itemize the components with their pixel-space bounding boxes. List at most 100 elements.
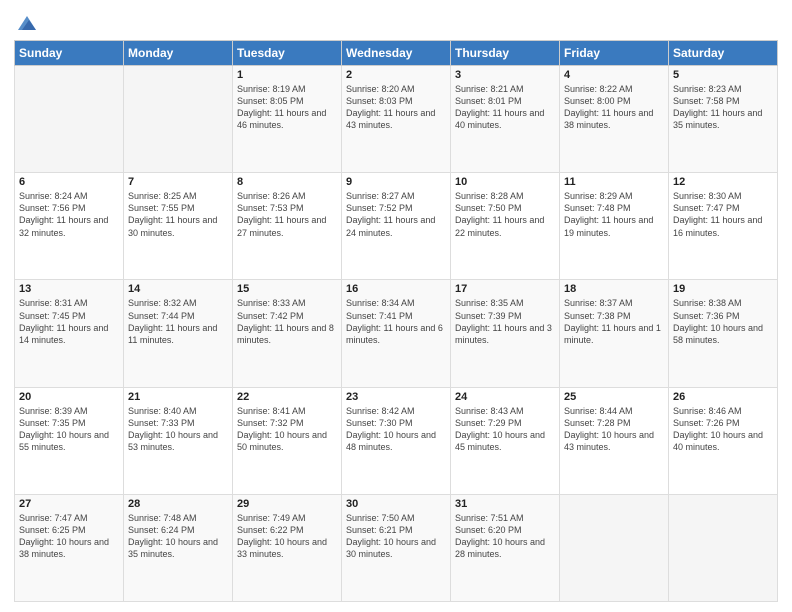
- day-cell: 8Sunrise: 8:26 AM Sunset: 7:53 PM Daylig…: [233, 173, 342, 280]
- day-info: Sunrise: 8:37 AM Sunset: 7:38 PM Dayligh…: [564, 297, 664, 346]
- day-info: Sunrise: 8:30 AM Sunset: 7:47 PM Dayligh…: [673, 190, 773, 239]
- day-cell: 24 Sunrise: 8:43 AM Sunset: 7:29 PM Dayli…: [451, 387, 560, 494]
- day-info: Sunrise: 8:35 AM Sunset: 7:39 PM Dayligh…: [455, 297, 555, 346]
- day-number: 22: [237, 391, 337, 403]
- day-cell: [15, 66, 124, 173]
- day-cell: 27Sunrise: 7:47 AM Sunset: 6:25 PM Dayli…: [15, 494, 124, 601]
- header-cell-saturday: Saturday: [669, 41, 778, 66]
- logo-text-block: [14, 14, 38, 34]
- day-cell: 18 Sunrise: 8:37 AM Sunset: 7:38 PM Dayli…: [560, 280, 669, 387]
- day-cell: 16 Sunrise: 8:34 AM Sunset: 7:41 PM Dayli…: [342, 280, 451, 387]
- header-cell-sunday: Sunday: [15, 41, 124, 66]
- calendar-table: SundayMondayTuesdayWednesdayThursdayFrid…: [14, 40, 778, 602]
- day-cell: 10 Sunrise: 8:28 AM Sunset: 7:50 PM Dayli…: [451, 173, 560, 280]
- day-info: Sunrise: 7:49 AM Sunset: 6:22 PM Dayligh…: [237, 512, 337, 561]
- day-number: 20: [19, 391, 119, 403]
- day-info: Sunrise: 8:33 AM Sunset: 7:42 PM Dayligh…: [237, 297, 337, 346]
- header-cell-tuesday: Tuesday: [233, 41, 342, 66]
- day-cell: 3 Sunrise: 8:21 AM Sunset: 8:01 PM Daylig…: [451, 66, 560, 173]
- page: SundayMondayTuesdayWednesdayThursdayFrid…: [0, 0, 792, 612]
- day-info: Sunrise: 8:24 AM Sunset: 7:56 PM Dayligh…: [19, 190, 119, 239]
- day-info: Sunrise: 8:23 AM Sunset: 7:58 PM Dayligh…: [673, 83, 773, 132]
- day-cell: 15 Sunrise: 8:33 AM Sunset: 7:42 PM Dayli…: [233, 280, 342, 387]
- day-cell: 4Sunrise: 8:22 AM Sunset: 8:00 PM Daylig…: [560, 66, 669, 173]
- day-cell: 7 Sunrise: 8:25 AM Sunset: 7:55 PM Daylig…: [124, 173, 233, 280]
- day-info: Sunrise: 8:20 AM Sunset: 8:03 PM Dayligh…: [346, 83, 446, 132]
- day-info: Sunrise: 8:25 AM Sunset: 7:55 PM Dayligh…: [128, 190, 228, 239]
- header-row: SundayMondayTuesdayWednesdayThursdayFrid…: [15, 41, 778, 66]
- day-number: 28: [128, 498, 228, 510]
- day-number: 14: [128, 283, 228, 295]
- day-number: 3: [455, 69, 555, 81]
- day-number: 21: [128, 391, 228, 403]
- day-info: Sunrise: 8:44 AM Sunset: 7:28 PM Dayligh…: [564, 405, 664, 454]
- day-number: 4: [564, 69, 664, 81]
- day-info: Sunrise: 8:40 AM Sunset: 7:33 PM Dayligh…: [128, 405, 228, 454]
- day-number: 17: [455, 283, 555, 295]
- day-cell: 23Sunrise: 8:42 AM Sunset: 7:30 PM Dayli…: [342, 387, 451, 494]
- header-cell-wednesday: Wednesday: [342, 41, 451, 66]
- day-info: Sunrise: 8:43 AM Sunset: 7:29 PM Dayligh…: [455, 405, 555, 454]
- day-cell: 2 Sunrise: 8:20 AM Sunset: 8:03 PM Daylig…: [342, 66, 451, 173]
- week-row-1: 6 Sunrise: 8:24 AM Sunset: 7:56 PM Daylig…: [15, 173, 778, 280]
- day-cell: 25 Sunrise: 8:44 AM Sunset: 7:28 PM Dayli…: [560, 387, 669, 494]
- day-number: 24: [455, 391, 555, 403]
- day-cell: 21 Sunrise: 8:40 AM Sunset: 7:33 PM Dayli…: [124, 387, 233, 494]
- week-row-2: 13Sunrise: 8:31 AM Sunset: 7:45 PM Dayli…: [15, 280, 778, 387]
- day-info: Sunrise: 8:29 AM Sunset: 7:48 PM Dayligh…: [564, 190, 664, 239]
- day-info: Sunrise: 8:26 AM Sunset: 7:53 PM Dayligh…: [237, 190, 337, 239]
- calendar-header: SundayMondayTuesdayWednesdayThursdayFrid…: [15, 41, 778, 66]
- day-cell: 17 Sunrise: 8:35 AM Sunset: 7:39 PM Dayli…: [451, 280, 560, 387]
- day-number: 16: [346, 283, 446, 295]
- day-number: 29: [237, 498, 337, 510]
- calendar-body: 1 Sunrise: 8:19 AM Sunset: 8:05 PM Daylig…: [15, 66, 778, 602]
- day-number: 1: [237, 69, 337, 81]
- day-info: Sunrise: 8:27 AM Sunset: 7:52 PM Dayligh…: [346, 190, 446, 239]
- day-info: Sunrise: 8:34 AM Sunset: 7:41 PM Dayligh…: [346, 297, 446, 346]
- day-info: Sunrise: 7:48 AM Sunset: 6:24 PM Dayligh…: [128, 512, 228, 561]
- week-row-4: 27Sunrise: 7:47 AM Sunset: 6:25 PM Dayli…: [15, 494, 778, 601]
- day-info: Sunrise: 8:19 AM Sunset: 8:05 PM Dayligh…: [237, 83, 337, 132]
- day-info: Sunrise: 8:38 AM Sunset: 7:36 PM Dayligh…: [673, 297, 773, 346]
- logo: [14, 14, 38, 34]
- day-cell: 28 Sunrise: 7:48 AM Sunset: 6:24 PM Dayli…: [124, 494, 233, 601]
- day-number: 7: [128, 176, 228, 188]
- day-cell: 11 Sunrise: 8:29 AM Sunset: 7:48 PM Dayli…: [560, 173, 669, 280]
- day-number: 25: [564, 391, 664, 403]
- day-cell: 19Sunrise: 8:38 AM Sunset: 7:36 PM Dayli…: [669, 280, 778, 387]
- day-info: Sunrise: 8:41 AM Sunset: 7:32 PM Dayligh…: [237, 405, 337, 454]
- day-number: 11: [564, 176, 664, 188]
- day-number: 2: [346, 69, 446, 81]
- day-cell: 22 Sunrise: 8:41 AM Sunset: 7:32 PM Dayli…: [233, 387, 342, 494]
- day-number: 5: [673, 69, 773, 81]
- day-number: 9: [346, 176, 446, 188]
- day-number: 10: [455, 176, 555, 188]
- logo-line: [14, 14, 38, 34]
- day-info: Sunrise: 8:32 AM Sunset: 7:44 PM Dayligh…: [128, 297, 228, 346]
- day-info: Sunrise: 8:28 AM Sunset: 7:50 PM Dayligh…: [455, 190, 555, 239]
- day-number: 18: [564, 283, 664, 295]
- week-row-3: 20 Sunrise: 8:39 AM Sunset: 7:35 PM Dayli…: [15, 387, 778, 494]
- header-cell-thursday: Thursday: [451, 41, 560, 66]
- header: [14, 10, 778, 34]
- day-number: 27: [19, 498, 119, 510]
- day-cell: 20 Sunrise: 8:39 AM Sunset: 7:35 PM Dayli…: [15, 387, 124, 494]
- day-number: 30: [346, 498, 446, 510]
- day-info: Sunrise: 8:21 AM Sunset: 8:01 PM Dayligh…: [455, 83, 555, 132]
- day-cell: [124, 66, 233, 173]
- day-info: Sunrise: 8:39 AM Sunset: 7:35 PM Dayligh…: [19, 405, 119, 454]
- header-cell-monday: Monday: [124, 41, 233, 66]
- day-number: 12: [673, 176, 773, 188]
- day-cell: 26Sunrise: 8:46 AM Sunset: 7:26 PM Dayli…: [669, 387, 778, 494]
- day-cell: [669, 494, 778, 601]
- header-cell-friday: Friday: [560, 41, 669, 66]
- day-cell: 6 Sunrise: 8:24 AM Sunset: 7:56 PM Daylig…: [15, 173, 124, 280]
- day-number: 6: [19, 176, 119, 188]
- day-cell: 1 Sunrise: 8:19 AM Sunset: 8:05 PM Daylig…: [233, 66, 342, 173]
- day-cell: 14 Sunrise: 8:32 AM Sunset: 7:44 PM Dayli…: [124, 280, 233, 387]
- week-row-0: 1 Sunrise: 8:19 AM Sunset: 8:05 PM Daylig…: [15, 66, 778, 173]
- day-cell: 31Sunrise: 7:51 AM Sunset: 6:20 PM Dayli…: [451, 494, 560, 601]
- day-info: Sunrise: 8:42 AM Sunset: 7:30 PM Dayligh…: [346, 405, 446, 454]
- day-cell: [560, 494, 669, 601]
- day-number: 15: [237, 283, 337, 295]
